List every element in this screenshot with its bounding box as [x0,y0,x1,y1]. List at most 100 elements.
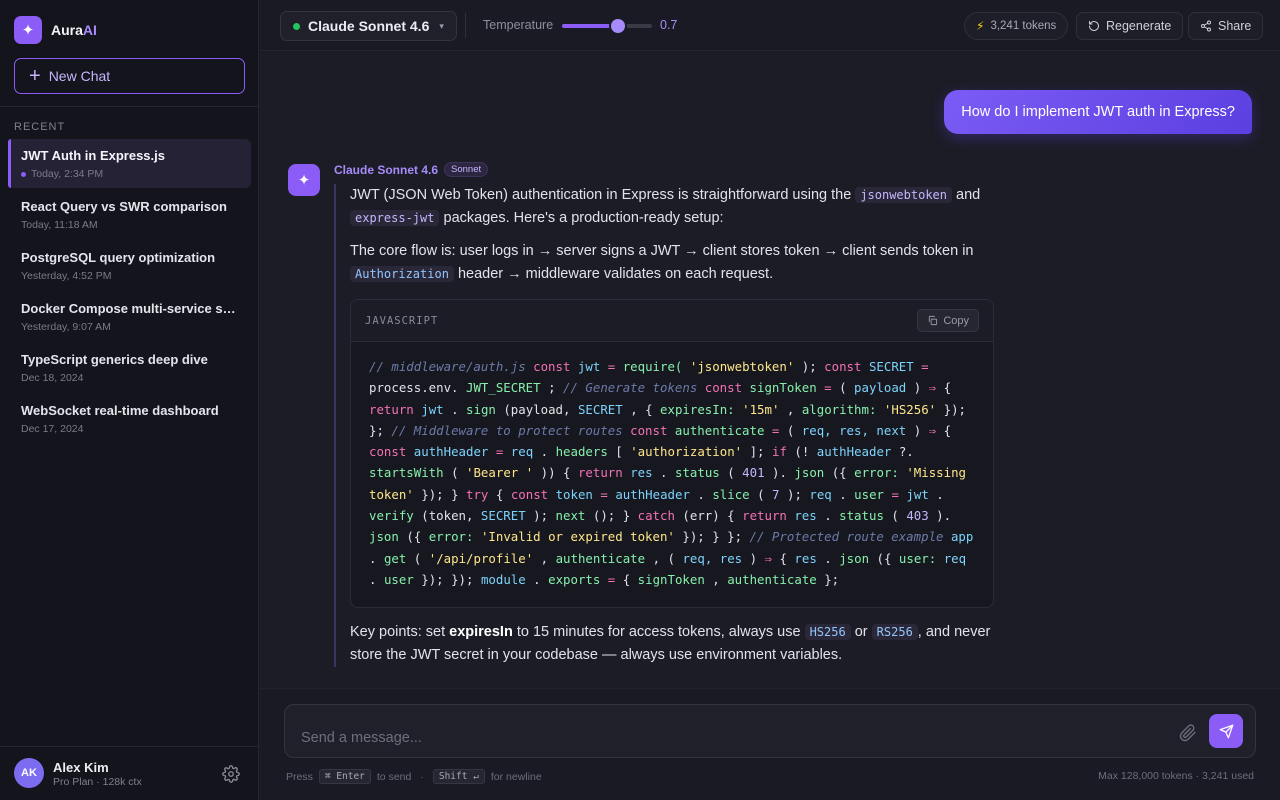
code-token: ( [451,465,459,481]
code-token: get [383,550,407,566]
history-item-time: Today, 11:18 AM [21,219,98,231]
user-plan: Pro Plan · 128k ctx [53,776,142,788]
code-token: )) { [540,465,571,481]
lightning-icon: ⚡ [976,19,985,33]
slider-thumb[interactable] [610,19,625,33]
temperature-value: 0.7 [660,18,678,32]
temperature-slider[interactable] [562,19,652,33]
code-token: ' [525,465,534,481]
code-token: ( [839,380,847,396]
code-token: . [824,508,832,524]
code-token: req [943,550,967,566]
code-token: }); } [421,486,459,502]
code-token: res, [839,422,869,438]
history-item-time: Yesterday, 9:07 AM [21,321,111,333]
code-token: verify [369,508,414,524]
assistant-paragraph-2: The core flow is: user logs in → server … [350,243,974,282]
model-badge: Sonnet [444,162,489,177]
copy-label: Copy [943,314,969,327]
code-token: status [674,465,720,481]
code-token: ⇒ [764,550,773,566]
code-token: . [540,444,549,460]
regenerate-button[interactable]: Regenerate [1076,12,1184,40]
code-block: JAVASCRIPT Copy // middleware/auth.js co… [350,299,994,608]
new-chat-button[interactable]: + New Chat [14,58,245,94]
code-token: JWT_SECRET [466,380,541,396]
plus-icon: + [29,65,41,87]
send-icon [1219,724,1233,738]
code-token: authenticate [674,422,765,438]
token-usage-info: Max 128,000 tokens · 3,241 used [1098,770,1254,782]
send-button[interactable] [1209,714,1243,748]
brand[interactable]: ✦ AuraAI [14,16,97,44]
code-token: ⇒ [928,422,937,438]
code-token: . [451,401,459,417]
code-token: 7 [772,486,780,502]
code-token: ). [772,465,787,481]
code-token: const [510,486,549,502]
code-content[interactable]: // middleware/auth.js const jwt = requir… [351,342,993,590]
code-token: error: [428,529,474,545]
code-token: jwt [421,401,444,417]
code-token: const [369,444,407,460]
code-token: '15m' [742,401,780,417]
gear-icon[interactable] [222,765,240,783]
code-token: // middleware/auth.js [369,359,526,374]
code-token: ⇒ [928,380,937,396]
chevron-down-icon: ▾ [439,20,444,31]
code-token: 'HS256' [883,401,937,417]
token-count-badge[interactable]: ⚡ 3,241 tokens [964,12,1069,40]
message-input[interactable] [301,723,1161,753]
code-token: user: [898,550,937,566]
avatar[interactable]: AK [14,758,44,788]
code-token: expiresIn: [660,401,735,417]
code-token: res [719,550,743,566]
code-token: }); } }; [682,529,743,545]
code-token: json [839,550,870,566]
code-token: require( [622,359,683,374]
code-token: SECRET [868,359,914,374]
code-token: 403 [906,508,929,524]
code-token: const [704,380,743,396]
sparkle-icon: ✦ [288,164,320,196]
code-token: return [369,401,414,417]
code-token: ); [533,508,549,524]
code-token: algorithm: [801,401,877,417]
share-button[interactable]: Share [1188,12,1264,40]
history-item-typescript[interactable]: TypeScript generics deep dive Dec 18, 20… [8,343,251,392]
code-token: authHeader [816,444,892,460]
code-token: jwt [577,359,601,374]
history-item-time: Today, 2:34 PM [21,168,238,180]
copy-button[interactable]: Copy [917,309,979,332]
history-item-jwt-auth[interactable]: JWT Auth in Express.js Today, 2:34 PM [8,139,251,188]
chat-area: How do I implement JWT auth in Express? … [260,52,1280,688]
code-token: status [839,508,884,524]
history-item-docker-compose[interactable]: Docker Compose multi-service set... Yest… [8,292,251,341]
code-token: payload [854,380,907,396]
history-item-websocket[interactable]: WebSocket real-time dashboard Dec 17, 20… [8,394,251,443]
inline-code: Authorization [350,266,454,282]
code-token: return [742,508,787,524]
active-dot-icon [21,171,26,177]
paperclip-icon[interactable] [1179,724,1197,742]
code-token: ( [727,465,735,481]
history-item-postgresql[interactable]: PostgreSQL query optimization Yesterday,… [8,241,251,290]
code-token: req, [801,422,832,438]
code-token: req [809,486,832,502]
code-token: // Generate tokens [563,380,698,396]
user-profile-bar: AK Alex Kim Pro Plan · 128k ctx [0,746,259,800]
history-item-title: Docker Compose multi-service set... [21,301,238,316]
code-token: return [577,465,623,481]
new-chat-label: New Chat [48,68,111,84]
code-token: = [495,444,504,460]
history-item-react-query[interactable]: React Query vs SWR comparison Today, 11:… [8,190,251,239]
code-token: token [555,486,593,502]
model-selector[interactable]: Claude Sonnet 4.6 ▾ [280,11,457,41]
code-token: (); } [592,508,631,524]
code-token: ]; [749,444,765,460]
copy-icon [929,315,938,326]
code-token: ) [913,422,922,438]
history-item-title: TypeScript generics deep dive [21,352,208,367]
model-name: Claude Sonnet 4.6 [308,18,430,34]
regenerate-label: Regenerate [1106,19,1172,33]
